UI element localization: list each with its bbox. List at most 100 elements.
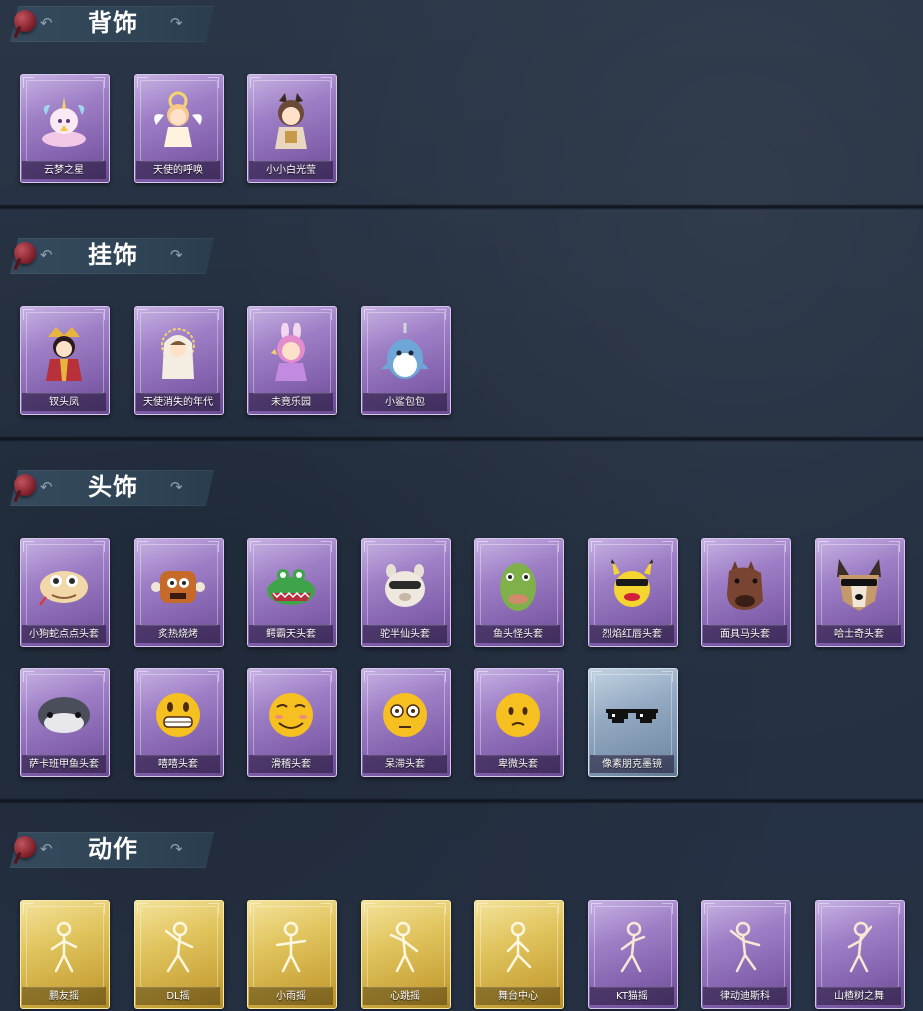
- item-label: 驼半仙头套: [380, 629, 430, 640]
- item-card[interactable]: 嘻嘻头套: [134, 668, 224, 777]
- item-label: 天使的呼唤: [153, 165, 203, 176]
- item-label: 呆滞头套: [385, 759, 425, 770]
- item-label: 嘻嘻头套: [158, 759, 198, 770]
- section-header-back: ↶ 背饰 ↷: [10, 6, 214, 42]
- section-title: 背饰: [88, 9, 138, 37]
- section-title: 动作: [88, 835, 138, 863]
- item-label: 鳄霸天头套: [266, 629, 316, 640]
- section-title: 头饰: [88, 473, 138, 501]
- item-card[interactable]: 云梦之星: [20, 74, 110, 183]
- item-label: 未竟乐园: [271, 397, 311, 408]
- shark-bag-icon: [375, 320, 435, 386]
- crocodile-head-icon: [261, 552, 321, 618]
- item-card[interactable]: 烈焰红唇头套: [588, 538, 678, 647]
- item-card[interactable]: 驼半仙头套: [361, 538, 451, 647]
- item-card[interactable]: 像素朋克墨镜: [588, 668, 678, 777]
- item-card[interactable]: 小狗蛇点点头套: [20, 538, 110, 647]
- emote-label: 鹏友摇: [49, 991, 79, 1002]
- item-label: 面具马头套: [720, 629, 770, 640]
- emote-label: 律动迪斯科: [720, 991, 770, 1002]
- item-label: 鱼头怪头套: [493, 629, 543, 640]
- item-label: 滑稽头套: [271, 759, 311, 770]
- item-label: 哈士奇头套: [834, 629, 884, 640]
- item-card[interactable]: 钗头凤: [20, 306, 110, 415]
- pixel-sunglasses-icon: [602, 682, 662, 748]
- dancer-silhouette-icon: [715, 914, 775, 980]
- emote-label: 山楂树之舞: [834, 991, 884, 1002]
- sacabambaspis-head-icon: [34, 682, 94, 748]
- emote-label: 小雨摇: [276, 991, 306, 1002]
- item-card[interactable]: 面具马头套: [701, 538, 791, 647]
- emote-card[interactable]: 山楂树之舞: [815, 900, 905, 1009]
- dancer-silhouette-icon: [261, 914, 321, 980]
- section-divider: [0, 436, 923, 442]
- redo-arrow-icon[interactable]: ↷: [170, 840, 183, 858]
- section-divider: [0, 204, 923, 210]
- funny-emoji-icon: [261, 682, 321, 748]
- dancer-silhouette-icon: [34, 914, 94, 980]
- item-card[interactable]: 天使的呼唤: [134, 74, 224, 183]
- emote-card[interactable]: 小雨摇: [247, 900, 337, 1009]
- emote-card[interactable]: 鹏友摇: [20, 900, 110, 1009]
- snake-head-icon: [34, 552, 94, 618]
- alpaca-head-icon: [375, 552, 435, 618]
- bbq-meat-head-icon: [148, 552, 208, 618]
- item-card[interactable]: 小鲨包包: [361, 306, 451, 415]
- item-card[interactable]: 呆滞头套: [361, 668, 451, 777]
- redo-arrow-icon[interactable]: ↷: [170, 246, 183, 264]
- undo-arrow-icon[interactable]: ↶: [40, 246, 53, 264]
- item-card[interactable]: 哈士奇头套: [815, 538, 905, 647]
- emote-card[interactable]: 舞台中心: [474, 900, 564, 1009]
- bunny-girl-doll-icon: [261, 320, 321, 386]
- item-label: 钗头凤: [49, 397, 79, 408]
- angel-girl-icon: [148, 88, 208, 154]
- item-card[interactable]: 卑微头套: [474, 668, 564, 777]
- item-label: 小鲨包包: [385, 397, 425, 408]
- item-card[interactable]: 鳄霸天头套: [247, 538, 337, 647]
- item-card[interactable]: 天使消失的年代: [134, 306, 224, 415]
- dancer-silhouette-icon: [602, 914, 662, 980]
- emote-card[interactable]: 心跳摇: [361, 900, 451, 1009]
- section-header-headwear: ↶ 头饰 ↷: [10, 470, 214, 506]
- emote-card[interactable]: 律动迪斯科: [701, 900, 791, 1009]
- redo-arrow-icon[interactable]: ↷: [170, 478, 183, 496]
- redo-arrow-icon[interactable]: ↷: [170, 14, 183, 32]
- item-label: 小小白光莹: [266, 165, 316, 176]
- dancer-silhouette-icon: [829, 914, 889, 980]
- item-label: 萨卡班甲鱼头套: [29, 759, 99, 770]
- angel-veil-doll-icon: [148, 320, 208, 386]
- emote-label: 心跳摇: [390, 991, 420, 1002]
- emote-label: KT猫摇: [616, 991, 648, 1002]
- unicorn-cloud-icon: [34, 88, 94, 154]
- undo-arrow-icon[interactable]: ↶: [40, 840, 53, 858]
- item-card[interactable]: 炙热烧烤: [134, 538, 224, 647]
- grinning-emoji-icon: [148, 682, 208, 748]
- item-card[interactable]: 萨卡班甲鱼头套: [20, 668, 110, 777]
- item-card[interactable]: 鱼头怪头套: [474, 538, 564, 647]
- dazed-emoji-icon: [375, 682, 435, 748]
- undo-arrow-icon[interactable]: ↶: [40, 14, 53, 32]
- section-divider: [0, 798, 923, 804]
- dancer-silhouette-icon: [488, 914, 548, 980]
- girl-doll-icon: [261, 88, 321, 154]
- dancer-silhouette-icon: [148, 914, 208, 980]
- horse-head-icon: [715, 552, 775, 618]
- emote-card[interactable]: DL摇: [134, 900, 224, 1009]
- emote-label: 舞台中心: [498, 991, 538, 1002]
- item-label: 像素朋克墨镜: [602, 759, 662, 770]
- item-card[interactable]: 小小白光莹: [247, 74, 337, 183]
- emote-label: DL摇: [166, 991, 190, 1002]
- section-header-pendant: ↶ 挂饰 ↷: [10, 238, 214, 274]
- husky-head-icon: [829, 552, 889, 618]
- item-label: 小狗蛇点点头套: [29, 629, 99, 640]
- section-header-emote: ↶ 动作 ↷: [10, 832, 214, 868]
- item-card[interactable]: 滑稽头套: [247, 668, 337, 777]
- emote-card[interactable]: KT猫摇: [588, 900, 678, 1009]
- fish-head-icon: [488, 552, 548, 618]
- section-title: 挂饰: [88, 241, 138, 269]
- dancer-silhouette-icon: [375, 914, 435, 980]
- item-card[interactable]: 未竟乐园: [247, 306, 337, 415]
- phoenix-crown-doll-icon: [34, 320, 94, 386]
- undo-arrow-icon[interactable]: ↶: [40, 478, 53, 496]
- item-label: 卑微头套: [498, 759, 538, 770]
